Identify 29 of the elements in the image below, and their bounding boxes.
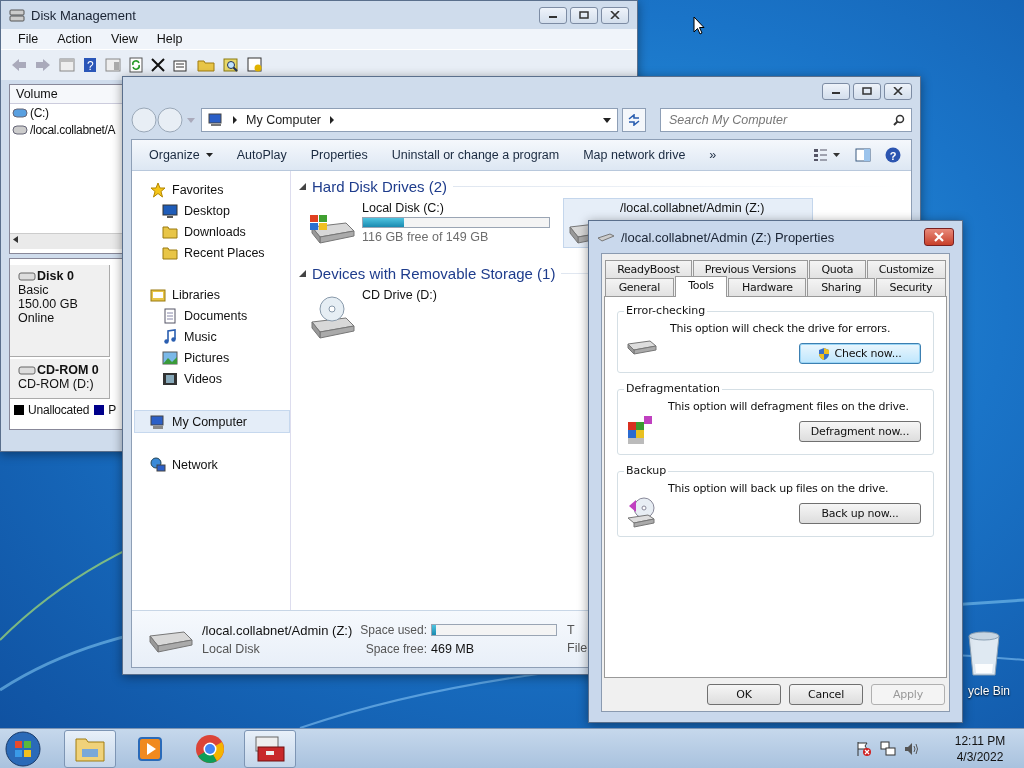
details-label: File	[567, 641, 588, 655]
option-description: This option will back up files on the drive.	[668, 482, 889, 495]
legend-label: Unallocated	[28, 403, 90, 417]
drive-name: CD Drive (D:)	[362, 288, 437, 302]
option-description: This option will check the drive for errors.	[670, 322, 891, 335]
space-free-label: Space free:	[364, 641, 427, 656]
group-box-title: Backup	[624, 464, 669, 477]
drive-name: Local Disk (C:)	[362, 201, 445, 215]
drive-name: /local.collabnet/Admin (Z:)	[620, 201, 765, 215]
legend-label: P	[108, 403, 116, 417]
window-title: Disk Management	[31, 7, 136, 23]
option-description: This option will defragment files on the drive.	[668, 400, 909, 413]
drive-type: Local Disk	[202, 641, 261, 656]
space-free-value: 469 MB	[431, 641, 476, 656]
clock-time: 12:11 PM	[954, 733, 1006, 748]
disk-detail: Online	[18, 311, 56, 325]
space-used-label: Space used:	[360, 622, 427, 637]
free-space-text: 116 GB free of 149 GB	[362, 230, 490, 244]
group-box-title: Error-checking	[624, 304, 708, 317]
clock-date: 4/3/2022	[956, 749, 1004, 764]
dialog-title: /local.collabnet/Admin (Z:) Properties	[621, 229, 835, 245]
disk-detail: Basic	[18, 283, 50, 297]
group-box-title: Defragmentation	[624, 382, 722, 395]
drive-name: /local.collabnet/Admin (Z:)	[202, 622, 353, 638]
disk-name: Disk 0	[37, 269, 74, 283]
disk-detail: 150.00 GB	[18, 297, 79, 311]
disk-name: CD-ROM 0	[37, 363, 99, 377]
details-label: T	[567, 623, 576, 637]
disk-detail: CD-ROM (D:)	[18, 377, 95, 391]
